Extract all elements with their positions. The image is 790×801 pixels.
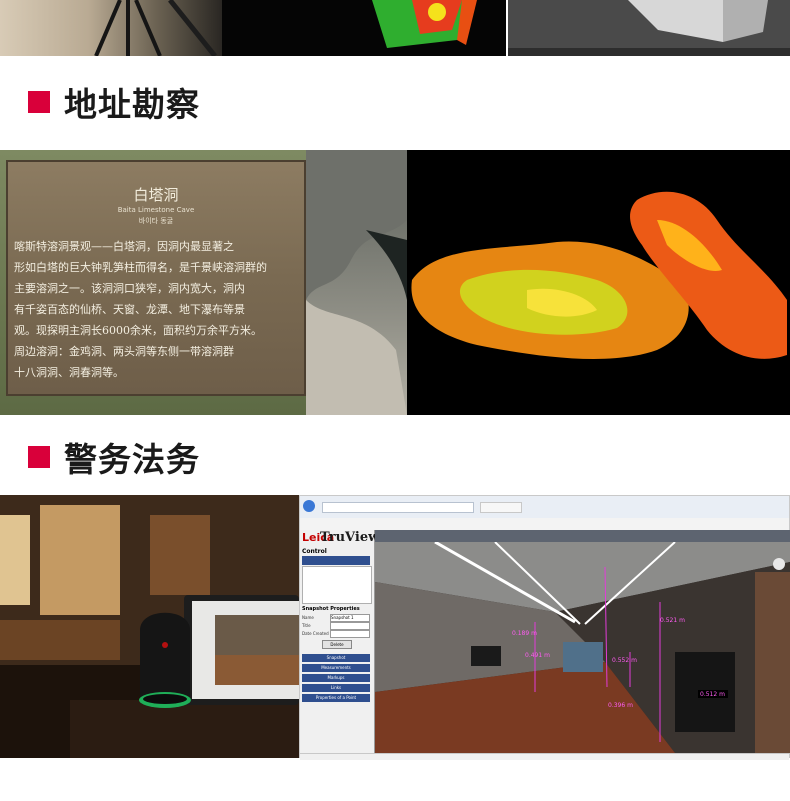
- heatmap-model-image: [222, 0, 506, 56]
- room-scanner-photo: [0, 495, 299, 758]
- measurement-label: 0.491 m: [525, 652, 550, 659]
- title-field[interactable]: [330, 622, 370, 630]
- section-title: 地址勘察: [64, 85, 200, 124]
- name-label: Name: [302, 615, 314, 620]
- sign-line: 周边溶洞：金鸡洞、两头洞等东侧一带溶洞群: [14, 345, 234, 358]
- measurement-label: 0.552 m: [612, 657, 637, 664]
- delete-button[interactable]: Delete: [322, 640, 352, 649]
- control-panel: Leica TruView Control Snapshot Propertie…: [300, 530, 379, 753]
- status-bar: [300, 753, 789, 760]
- sign-line: 十八洞洞、洞春洞等。: [14, 366, 124, 379]
- section-heading-site-survey: 地址勘察: [28, 82, 200, 124]
- panel-header[interactable]: [302, 556, 370, 565]
- address-bar[interactable]: [322, 502, 474, 513]
- truview-logo: TruView: [320, 530, 380, 545]
- date-field[interactable]: [330, 630, 370, 638]
- cave-rock-photo: [306, 150, 407, 415]
- section-title: 警务法务: [64, 440, 200, 479]
- cave-point-cloud-image: [407, 150, 790, 415]
- back-icon[interactable]: [303, 500, 315, 512]
- cave-sign-board: 白塔洞 Baita Limestone Cave 바이타 동굴 喀斯特溶洞景观—…: [6, 160, 306, 396]
- date-created-label: Date Created: [302, 631, 329, 636]
- control-label: Control: [302, 548, 327, 555]
- tripod-scanner-photo: [0, 0, 222, 58]
- snapshot-properties-label: Snapshot Properties: [302, 606, 360, 612]
- measurement-label: 0.396 m: [608, 702, 633, 709]
- panel-measurements[interactable]: Measurements: [302, 664, 370, 672]
- navigation-control-icon[interactable]: [773, 558, 785, 570]
- truview-screenshot: Leica TruView Control Snapshot Propertie…: [299, 495, 790, 760]
- cad-model-image: [508, 0, 790, 56]
- measurement-label: 0.521 m: [660, 617, 685, 624]
- sign-line: 观。现探明主洞长6000余米，面积约万余平方米。: [14, 324, 262, 337]
- sign-line: 有千姿百态的仙桥、天窗、龙潭、地下瀑布等景: [14, 303, 245, 316]
- panel-markups[interactable]: Markups: [302, 674, 370, 682]
- section-heading-police-legal: 警务法务: [28, 437, 200, 479]
- panel-snapshot[interactable]: Snapshot: [302, 654, 370, 662]
- viewer-toolbar[interactable]: [375, 530, 790, 542]
- sign-line: 形如白塔的巨大钟乳笋柱而得名，是千景峡溶洞群的: [14, 261, 267, 274]
- heading-marker: [28, 446, 50, 468]
- sign-line: 主要溶洞之一。该洞洞口狭窄，洞内宽大，洞内: [14, 282, 245, 295]
- measurement-label: 0.512 m: [700, 691, 725, 698]
- panel-links[interactable]: Links: [302, 684, 370, 692]
- browser-tab[interactable]: [480, 502, 522, 513]
- browser-toolbar: [300, 496, 789, 519]
- sign-line: 喀斯特溶洞景观——白塔洞，因洞内最显著之: [14, 240, 234, 253]
- sign-subtitle-en: Baita Limestone Cave: [117, 206, 195, 214]
- panel-point-properties[interactable]: Properties of a Point: [302, 694, 370, 702]
- title-label: Title: [302, 623, 311, 628]
- heading-marker: [28, 91, 50, 113]
- sign-subtitle-kr: 바이타 동굴: [138, 217, 174, 225]
- measurement-label: 0.189 m: [512, 630, 537, 637]
- snapshot-list[interactable]: [302, 566, 372, 604]
- name-field[interactable]: Snapshot 1: [330, 614, 370, 622]
- sign-title: 白塔洞: [133, 186, 179, 204]
- panorama-view[interactable]: 0.189 m 0.491 m 0.552 m 0.512 m 0.396 m …: [375, 542, 790, 753]
